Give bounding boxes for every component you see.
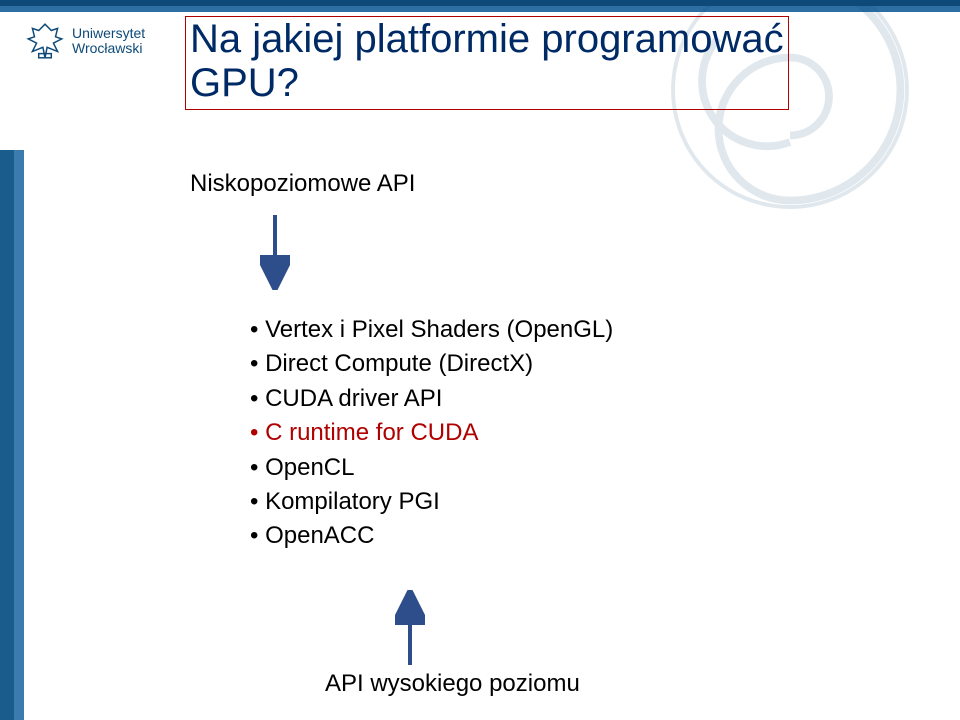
- low-level-api-label: Niskopoziomowe API: [190, 170, 415, 198]
- slide-body: Niskopoziomowe API Vertex i Pixel Shader…: [0, 150, 960, 720]
- uni-name-1: Uniwersytet: [72, 26, 145, 41]
- list-item: C runtime for CUDA: [250, 417, 613, 451]
- list-item: Direct Compute (DirectX): [250, 348, 613, 382]
- arrow-down-icon: [260, 210, 290, 290]
- high-level-api-label: API wysokiego poziomu: [325, 670, 580, 698]
- slide-title-box: Na jakiej platformie programować GPU?: [185, 16, 789, 110]
- list-item: OpenACC: [250, 520, 613, 554]
- uni-name-2: Wrocławski: [72, 41, 145, 56]
- list-item: OpenCL: [250, 452, 613, 486]
- title-line-2: GPU?: [190, 61, 784, 105]
- api-list: Vertex i Pixel Shaders (OpenGL) Direct C…: [210, 314, 613, 555]
- list-item: Kompilatory PGI: [250, 486, 613, 520]
- list-item: CUDA driver API: [250, 383, 613, 417]
- arrow-up-icon: [395, 590, 425, 670]
- list-item: Vertex i Pixel Shaders (OpenGL): [250, 314, 613, 348]
- eagle-icon: [24, 20, 66, 62]
- university-logo: Uniwersytet Wrocławski: [24, 20, 184, 62]
- title-line-1: Na jakiej platformie programować: [190, 17, 784, 61]
